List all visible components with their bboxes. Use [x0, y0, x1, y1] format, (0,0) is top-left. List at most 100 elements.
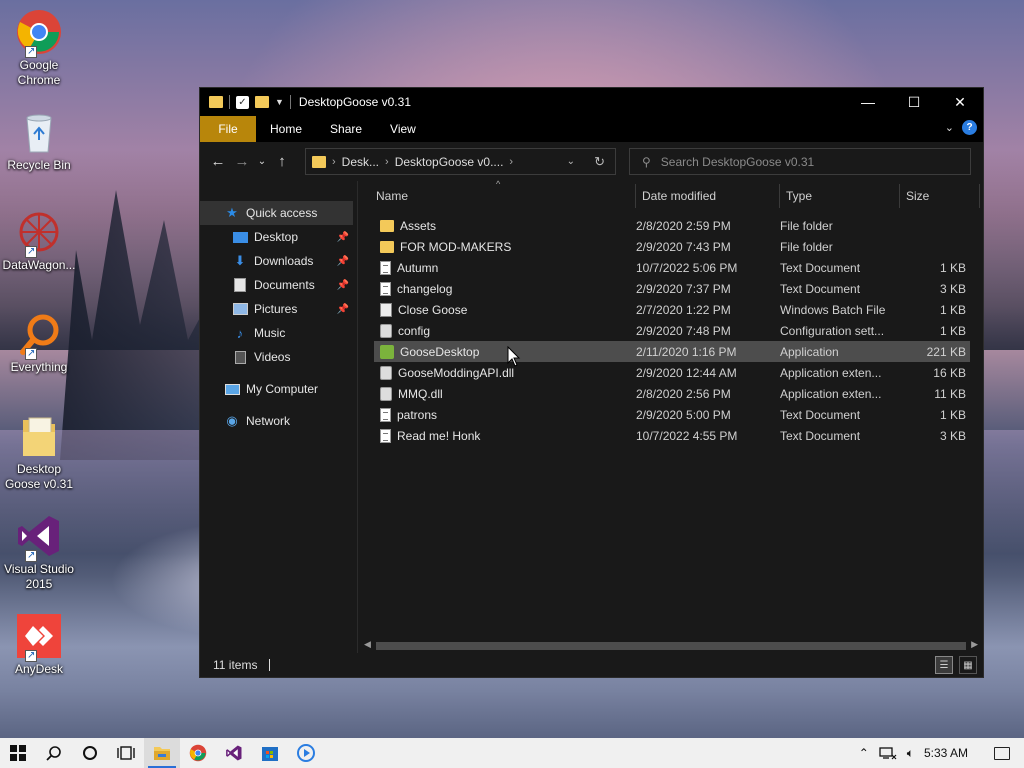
- nav-item-desktop[interactable]: Desktop 📌: [200, 225, 357, 249]
- file-row[interactable]: GooseModdingAPI.dll 2/9/2020 12:44 AM Appl…: [374, 362, 970, 383]
- file-type: Configuration sett...: [780, 323, 885, 338]
- taskbar-visual-studio[interactable]: [216, 738, 252, 768]
- taskbar: ⌃ 🔈︎ 5:33 AM: [0, 738, 1024, 768]
- item-count: 11 items: [213, 658, 258, 672]
- chevron-right-icon[interactable]: ›: [509, 156, 513, 168]
- desktop-icon-desktop-goose-folder[interactable]: Desktop Goose v0.31: [2, 412, 76, 492]
- nav-quick-access[interactable]: ★ Quick access: [200, 201, 353, 225]
- refresh-icon[interactable]: ↻: [594, 154, 605, 170]
- title-bar[interactable]: ✓ ▼ DesktopGoose v0.31 — ☐ ✕: [200, 88, 983, 116]
- up-button[interactable]: ↑: [270, 153, 294, 170]
- tab-view[interactable]: View: [376, 116, 430, 142]
- store-icon: [262, 747, 278, 761]
- start-button[interactable]: [0, 738, 36, 768]
- chevron-down-icon[interactable]: ⌄: [567, 156, 575, 167]
- taskbar-store[interactable]: [252, 738, 288, 768]
- expand-ribbon-icon[interactable]: ⌄: [945, 121, 954, 134]
- nav-item-pictures[interactable]: Pictures 📌: [200, 297, 357, 321]
- file-name: config: [398, 323, 431, 338]
- network-icon[interactable]: [879, 746, 897, 760]
- file-row[interactable]: changelog 2/9/2020 7:37 PM Text Document 3 …: [374, 278, 970, 299]
- breadcrumb-current-folder[interactable]: DesktopGoose v0....: [395, 155, 504, 169]
- column-header-size[interactable]: Size: [900, 184, 980, 208]
- file-name-cell: FOR MOD-MAKERS: [374, 240, 636, 254]
- file-size: 3 KB: [939, 281, 966, 296]
- close-button[interactable]: ✕: [937, 88, 983, 116]
- file-row[interactable]: config 2/9/2020 7:48 PM Configuration sett…: [374, 320, 970, 341]
- file-explorer-window[interactable]: ✓ ▼ DesktopGoose v0.31 — ☐ ✕ File Home S…: [199, 87, 984, 678]
- search-placeholder: Search DesktopGoose v0.31: [660, 154, 815, 169]
- breadcrumb-desktop[interactable]: Desk...: [342, 155, 379, 169]
- column-header-type[interactable]: Type: [780, 184, 900, 208]
- file-row[interactable]: Autumn 10/7/2022 5:06 PM Text Document 1 KB: [374, 257, 970, 278]
- notification-center-icon[interactable]: [994, 746, 1010, 760]
- nav-my-computer[interactable]: My Computer: [200, 377, 357, 401]
- large-icons-view-icon[interactable]: ▦: [959, 656, 977, 674]
- cortana-button[interactable]: [72, 738, 108, 768]
- address-bar[interactable]: › Desk... › DesktopGoose v0.... › ⌄ ↻: [305, 148, 616, 175]
- file-row[interactable]: GooseDesktop 2/11/2020 1:16 PM Application…: [374, 341, 970, 362]
- file-row[interactable]: Read me! Honk 10/7/2022 4:55 PM Text Docum…: [374, 425, 970, 446]
- desktop-icon-label: Google Chrome: [17, 58, 61, 87]
- file-row[interactable]: MMQ.dll 2/8/2020 2:56 PM Application exten…: [374, 383, 970, 404]
- desktop-icon-chrome[interactable]: Google Chrome: [2, 8, 76, 88]
- taskbar-chrome[interactable]: [180, 738, 216, 768]
- file-type: Application: [780, 344, 839, 359]
- quick-access-toolbar: ✓ ▼: [200, 95, 291, 109]
- clock[interactable]: 5:33 AM: [924, 746, 968, 760]
- new-folder-icon[interactable]: [255, 96, 269, 108]
- desktop-icon-everything[interactable]: Everything: [2, 310, 76, 375]
- nav-item-music[interactable]: ♪ Music: [200, 321, 357, 345]
- file-name: MMQ.dll: [398, 386, 443, 401]
- file-row[interactable]: Assets 2/8/2020 2:59 PM File folder: [374, 215, 970, 236]
- desktop-icon-datawagon[interactable]: DataWagon...: [2, 208, 76, 273]
- details-view-icon[interactable]: ☰: [935, 656, 953, 674]
- file-row[interactable]: FOR MOD-MAKERS 2/9/2020 7:43 PM File folde…: [374, 236, 970, 257]
- forward-button[interactable]: →: [230, 153, 254, 170]
- desktop-icon-anydesk[interactable]: AnyDesk: [2, 612, 76, 677]
- taskbar-media-player[interactable]: [288, 738, 324, 768]
- minimize-button[interactable]: —: [845, 88, 891, 116]
- nav-item-documents[interactable]: Documents 📌: [200, 273, 357, 297]
- back-button[interactable]: ←: [206, 153, 230, 170]
- desktop-icon-visual-studio[interactable]: Visual Studio 2015: [2, 512, 76, 592]
- chevron-right-icon[interactable]: ›: [385, 156, 389, 168]
- settings-file-icon: [380, 386, 392, 401]
- toolbar-divider: [229, 95, 230, 109]
- scrollbar-thumb[interactable]: [376, 642, 966, 650]
- navigation-pane: ★ Quick access Desktop 📌 ⬇ Downloads 📌 D…: [200, 181, 358, 654]
- file-size: 3 KB: [939, 428, 966, 443]
- task-view-button[interactable]: [108, 738, 144, 768]
- column-header-date[interactable]: Date modified: [636, 184, 780, 208]
- search-button[interactable]: [36, 738, 72, 768]
- nav-item-downloads[interactable]: ⬇ Downloads 📌: [200, 249, 357, 273]
- desktop-icon-recycle-bin[interactable]: Recycle Bin: [2, 108, 76, 173]
- properties-icon[interactable]: ✓: [236, 95, 249, 109]
- tab-share[interactable]: Share: [316, 116, 376, 142]
- scroll-right-icon[interactable]: ▶: [971, 639, 978, 650]
- search-box[interactable]: ⚲ Search DesktopGoose v0.31: [629, 148, 971, 175]
- visual-studio-icon: [15, 512, 63, 563]
- taskbar-file-explorer[interactable]: [144, 738, 180, 768]
- nav-item-videos[interactable]: Videos: [200, 345, 357, 369]
- file-row[interactable]: Close Goose 2/7/2020 1:22 PM Windows Batch…: [374, 299, 970, 320]
- volume-icon[interactable]: 🔈︎: [907, 746, 914, 761]
- pin-icon: 📌: [336, 255, 349, 267]
- recent-locations-button[interactable]: ⌄: [254, 156, 270, 167]
- file-date: 2/9/2020 7:48 PM: [636, 323, 731, 338]
- window-title: DesktopGoose v0.31: [298, 95, 411, 109]
- help-icon[interactable]: ?: [962, 120, 977, 135]
- maximize-button[interactable]: ☐: [891, 88, 937, 116]
- everything-search-icon: [15, 310, 63, 361]
- horizontal-scrollbar[interactable]: ◀ ▶: [364, 638, 978, 654]
- chevron-up-icon[interactable]: ⌃: [859, 746, 869, 760]
- nav-network[interactable]: ◉ Network: [200, 409, 357, 433]
- customize-toolbar-icon[interactable]: ▼: [275, 97, 284, 107]
- scroll-left-icon[interactable]: ◀: [364, 639, 371, 650]
- tab-home[interactable]: Home: [256, 116, 316, 142]
- file-row[interactable]: patrons 2/9/2020 5:00 PM Text Document 1 KB: [374, 404, 970, 425]
- tab-file[interactable]: File: [200, 116, 256, 142]
- batch-file-icon: [380, 302, 392, 317]
- chevron-right-icon[interactable]: ›: [332, 156, 336, 168]
- file-date: 2/7/2020 1:22 PM: [636, 302, 731, 317]
